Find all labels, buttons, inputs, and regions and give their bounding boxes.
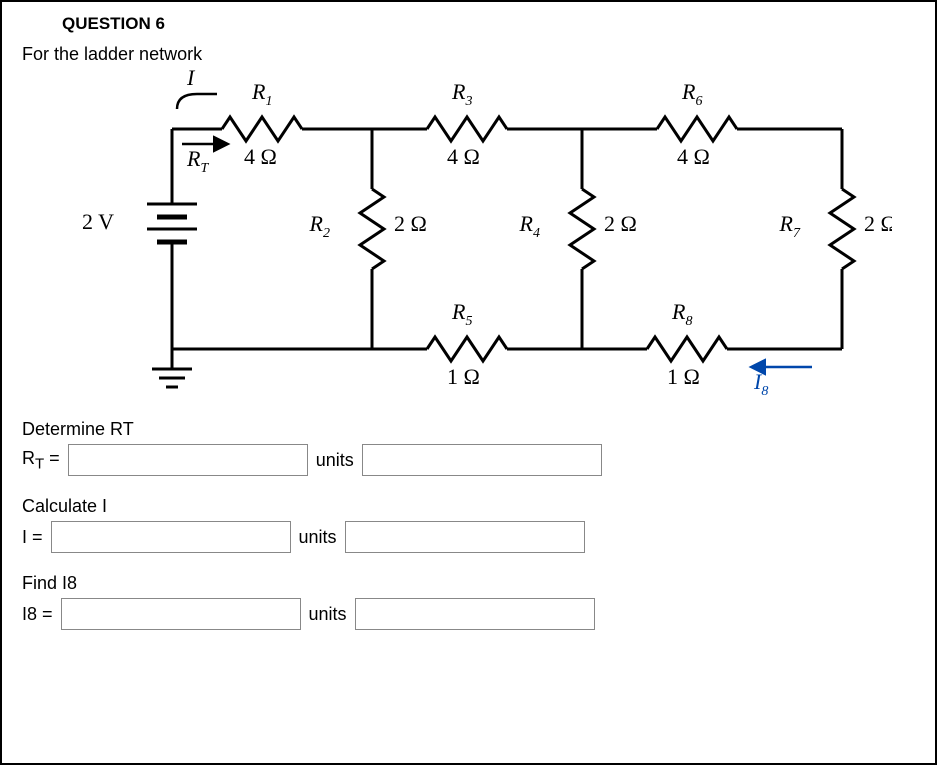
resistor-r2: R2 2 Ω — [309, 129, 427, 349]
resistor-r1: R1 4 Ω — [172, 79, 372, 169]
i8-label: I8 — [753, 369, 768, 399]
rt-arrow: RT — [182, 144, 227, 176]
r3-value: 4 Ω — [447, 144, 480, 169]
r5-value: 1 Ω — [447, 364, 480, 389]
voltage-source: 2 V — [82, 129, 197, 349]
resistor-r7: R7 2 Ω — [779, 129, 892, 349]
task-i-title: Calculate I — [22, 496, 915, 517]
r5-name: R5 — [451, 299, 472, 329]
task-i8: Find I8 I8 = units — [22, 573, 915, 630]
task-i: Calculate I I = units — [22, 496, 915, 553]
i8-value-input[interactable] — [61, 598, 301, 630]
r2-name: R2 — [309, 211, 330, 241]
r1-value: 4 Ω — [244, 144, 277, 169]
current-I: I — [177, 69, 217, 109]
resistor-r6: R6 4 Ω — [582, 79, 842, 169]
rt-units-input[interactable] — [362, 444, 602, 476]
i-units-label: units — [299, 527, 337, 548]
task-i8-title: Find I8 — [22, 573, 915, 594]
i8-var-label: I8 = — [22, 604, 53, 625]
r2-value: 2 Ω — [394, 211, 427, 236]
circuit-diagram: 2 V R1 4 Ω I — [22, 69, 892, 399]
resistor-r3: R3 4 Ω — [372, 79, 582, 169]
task-rt: Determine RT RT = units — [22, 419, 915, 476]
answers-section: Determine RT RT = units Calculate I I = … — [22, 419, 915, 630]
r1-name: R1 — [251, 79, 272, 109]
ground-symbol — [152, 349, 192, 387]
r7-value: 2 Ω — [864, 211, 892, 236]
rt-label: RT — [186, 146, 209, 176]
resistor-r4: R4 2 Ω — [519, 129, 637, 349]
r4-name: R4 — [519, 211, 540, 241]
prompt-text: For the ladder network — [22, 44, 915, 65]
resistor-r5: R5 1 Ω — [372, 299, 582, 389]
rt-value-input[interactable] — [68, 444, 308, 476]
rt-units-label: units — [316, 450, 354, 471]
rt-var-label: RT = — [22, 448, 60, 473]
i-var-label: I = — [22, 527, 43, 548]
r7-name: R7 — [779, 211, 801, 241]
current-I-label: I — [186, 69, 196, 90]
source-label: 2 V — [82, 209, 114, 234]
r8-value: 1 Ω — [667, 364, 700, 389]
resistor-r8: R8 1 Ω — [582, 299, 842, 389]
i8-units-input[interactable] — [355, 598, 595, 630]
current-I8: I8 — [752, 367, 812, 399]
question-header: QUESTION 6 — [62, 14, 915, 34]
i-value-input[interactable] — [51, 521, 291, 553]
r4-value: 2 Ω — [604, 211, 637, 236]
task-rt-title: Determine RT — [22, 419, 915, 440]
r8-name: R8 — [671, 299, 692, 329]
i-units-input[interactable] — [345, 521, 585, 553]
i8-units-label: units — [309, 604, 347, 625]
r3-name: R3 — [451, 79, 472, 109]
r6-name: R6 — [681, 79, 702, 109]
r6-value: 4 Ω — [677, 144, 710, 169]
page-frame: QUESTION 6 For the ladder network — [0, 0, 937, 765]
